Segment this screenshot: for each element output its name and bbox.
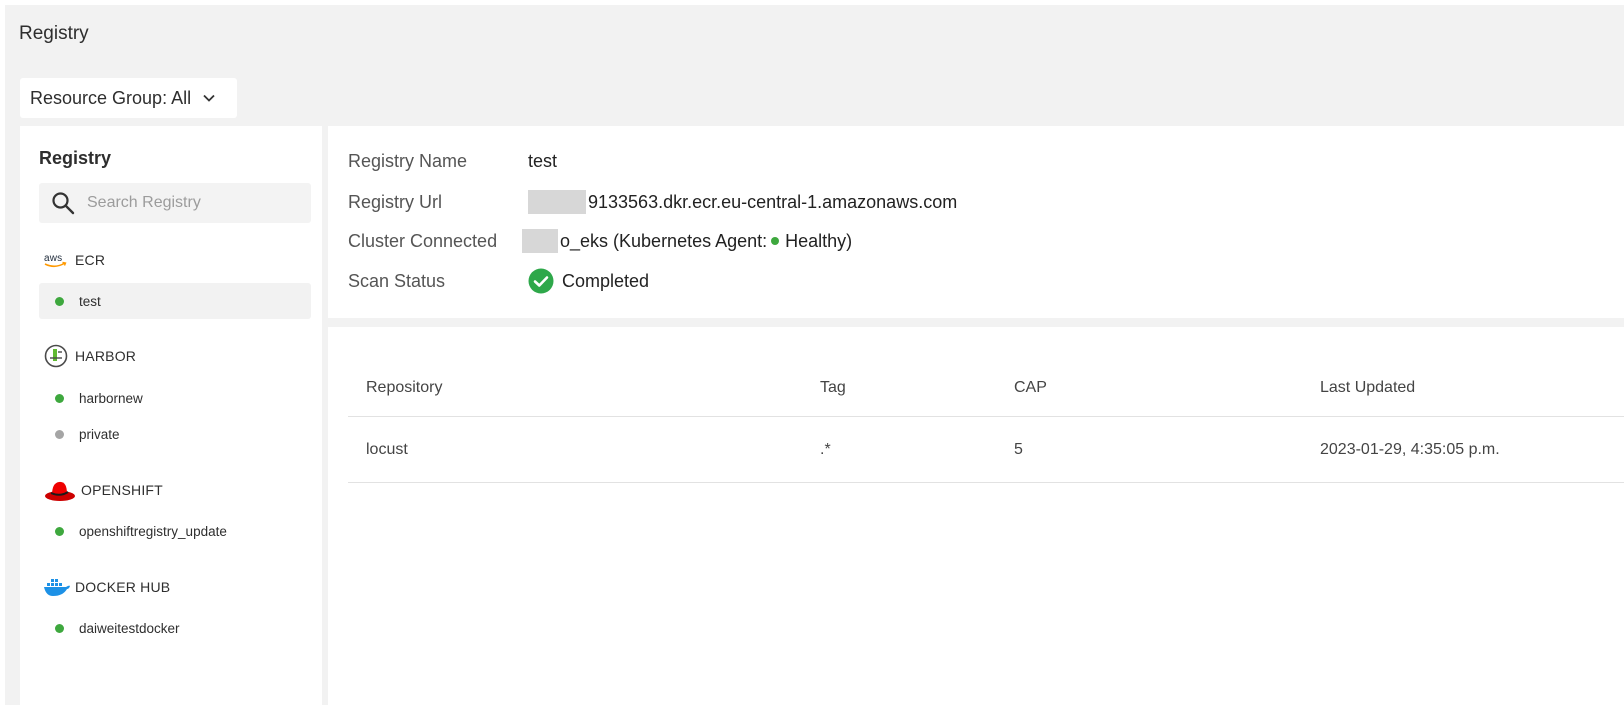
chevron-down-icon [203, 94, 215, 102]
harbor-icon [43, 342, 75, 370]
group-label: OPENSHIFT [81, 482, 163, 498]
registry-url-label: Registry Url [348, 191, 443, 212]
openshift-icon [43, 476, 81, 504]
cell-repository: locust [366, 440, 408, 458]
cluster-connected-label: Cluster Connected [348, 230, 498, 251]
redacted-block [522, 229, 558, 253]
registry-item-label: openshiftregistry_update [79, 523, 227, 539]
registry-item-label: daiweitestdocker [79, 620, 180, 636]
registry-sidebar: Registry aws ECR test [20, 126, 322, 705]
registry-url-value: 9133563.dkr.ecr.eu-central-1.amazonaws.c… [588, 191, 958, 212]
search-icon [51, 191, 75, 215]
column-header-repository[interactable]: Repository [366, 379, 442, 397]
table-header: Repository Tag CAP Last Updated [348, 359, 1624, 417]
app-window: Registry Resource Group: All Registry aw… [5, 5, 1624, 705]
registry-item-label: private [79, 426, 120, 442]
table-row[interactable]: locust .* 5 2023-01-29, 4:35:05 p.m. [348, 417, 1624, 483]
scan-status-value-wrap: Completed [528, 268, 649, 294]
group-docker-hub: DOCKER HUB [43, 573, 170, 601]
registry-item-openshiftregistry-update[interactable]: openshiftregistry_update [39, 513, 311, 549]
search-registry-input[interactable] [87, 194, 287, 212]
registry-url-value-wrap: 9133563.dkr.ecr.eu-central-1.amazonaws.c… [528, 190, 957, 214]
docker-icon [43, 573, 75, 601]
group-ecr: aws ECR [43, 246, 105, 274]
cluster-connected-value: o_eks (Kubernetes Agent: [560, 230, 768, 251]
repository-table: Repository Tag CAP Last Updated locust .… [348, 359, 1624, 483]
status-dot [55, 296, 64, 306]
check-circle-icon [528, 268, 554, 294]
page-title: Registry [19, 23, 89, 44]
aws-icon: aws [43, 246, 75, 274]
registry-item-label: harbornew [79, 390, 143, 406]
registry-name-row: Registry Name test [348, 151, 557, 172]
cell-last-updated: 2023-01-29, 4:35:05 p.m. [1320, 440, 1500, 458]
registry-item-test[interactable]: test [39, 283, 311, 319]
group-openshift: OPENSHIFT [43, 476, 163, 504]
redacted-block [528, 190, 586, 214]
cell-cap: 5 [1014, 440, 1023, 458]
search-registry-box[interactable] [39, 183, 311, 223]
cluster-connected-row: Cluster Connected o_eks (Kubernetes Agen… [348, 229, 852, 253]
scan-status-label: Scan Status [348, 270, 446, 291]
group-label: DOCKER HUB [75, 579, 171, 595]
status-dot [55, 623, 64, 633]
cluster-connected-value-wrap: o_eks (Kubernetes Agent: Healthy) [522, 229, 852, 253]
status-dot [55, 393, 64, 403]
registry-item-private[interactable]: private [39, 416, 311, 452]
resource-group-label: Resource Group: All [30, 87, 192, 108]
status-dot [55, 429, 64, 439]
repository-panel: Repository Tag CAP Last Updated locust .… [328, 327, 1624, 705]
registry-url-row: Registry Url 9133563.dkr.ecr.eu-central-… [348, 190, 957, 214]
registry-name-label: Registry Name [348, 151, 468, 171]
registry-item-harbornew[interactable]: harbornew [39, 380, 311, 416]
group-label: HARBOR [75, 348, 137, 364]
registry-name-value: test [528, 151, 558, 171]
scan-status-value: Completed [562, 270, 650, 291]
group-harbor: HARBOR [43, 342, 136, 370]
group-label: ECR [75, 252, 106, 268]
svg-text:aws: aws [44, 253, 62, 264]
cell-tag: .* [820, 440, 831, 458]
agent-status-dot [771, 237, 780, 245]
registry-item-daiweitestdocker[interactable]: daiweitestdocker [39, 610, 311, 646]
registry-details-panel: Registry Name test Registry Url 9133563.… [328, 126, 1624, 318]
status-dot [55, 526, 64, 536]
column-header-tag[interactable]: Tag [820, 379, 846, 397]
column-header-cap[interactable]: CAP [1014, 379, 1047, 397]
registry-item-label: test [79, 293, 101, 309]
resource-group-dropdown[interactable]: Resource Group: All [20, 78, 237, 118]
sidebar-title: Registry [39, 148, 112, 168]
scan-status-row: Scan Status Completed [348, 268, 649, 294]
agent-status-text: Healthy) [785, 230, 853, 251]
column-header-last-updated[interactable]: Last Updated [1320, 379, 1415, 397]
